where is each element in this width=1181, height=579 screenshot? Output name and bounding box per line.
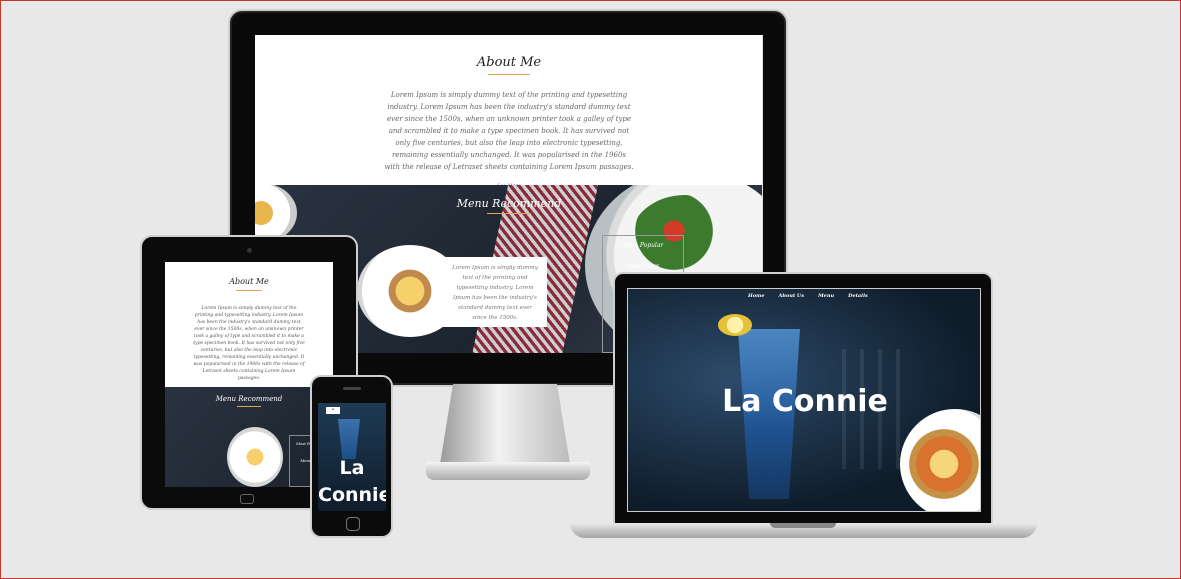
- lemon-image: [718, 314, 752, 336]
- tablet-menu-underline: [237, 406, 261, 407]
- menu-toggle-button[interactable]: ≡: [326, 407, 340, 414]
- phone-drink-image: [338, 419, 360, 459]
- camera-icon: [247, 248, 252, 253]
- tablet-screen: About Me Lorem Ipsum is simply dummy tex…: [165, 262, 333, 487]
- nav-home[interactable]: Home: [748, 293, 765, 299]
- popular-item: Appetizers: [626, 263, 660, 270]
- speaker-icon: [343, 387, 361, 390]
- top-nav: Home About Us Menu Details: [748, 293, 868, 299]
- menu-title-underline: [487, 213, 531, 214]
- laptop: Home About Us Menu Details La Connie: [613, 272, 993, 524]
- about-section: About Me Lorem Ipsum is simply dummy tex…: [255, 35, 763, 189]
- laptop-notch: [770, 523, 836, 528]
- nav-about[interactable]: About Us: [779, 293, 805, 299]
- home-button-icon[interactable]: [240, 494, 254, 504]
- phone: ≡ La Connie: [310, 375, 393, 538]
- tablet-about-title: About Me: [229, 277, 269, 286]
- monitor-base: [426, 462, 590, 480]
- menu-title: Menu Recommend: [456, 197, 562, 210]
- phone-hero-title: La Connie: [318, 457, 386, 506]
- monitor-stand: [440, 384, 570, 464]
- nav-details[interactable]: Details: [848, 293, 868, 299]
- tablet-menu-title: Menu Recommend: [215, 395, 283, 403]
- dish-description: Lorem Ipsum is simply dummy text of the …: [443, 257, 547, 327]
- popular-label: Most Popular: [622, 242, 664, 249]
- tablet-title-underline: [236, 290, 262, 291]
- about-text: Lorem Ipsum is simply dummy text of the …: [384, 91, 634, 171]
- hero-title: La Connie: [722, 384, 888, 419]
- tablet-dish-image: [227, 427, 283, 487]
- title-underline: [488, 74, 530, 75]
- phone-screen: ≡ La Connie: [318, 403, 386, 511]
- nav-menu[interactable]: Menu: [818, 293, 834, 299]
- tablet-about-section: About Me Lorem Ipsum is simply dummy tex…: [165, 262, 333, 392]
- laptop-screen: Home About Us Menu Details La Connie: [627, 288, 981, 512]
- seafood-plate-image: [900, 409, 980, 511]
- phone-home-button-icon[interactable]: [346, 517, 360, 531]
- tablet-menu-section: Menu Recommend Most Popular Menu Re: [165, 387, 333, 487]
- about-title: About Me: [476, 55, 542, 70]
- tablet-about-text: Lorem Ipsum is simply dummy text of the …: [193, 306, 305, 381]
